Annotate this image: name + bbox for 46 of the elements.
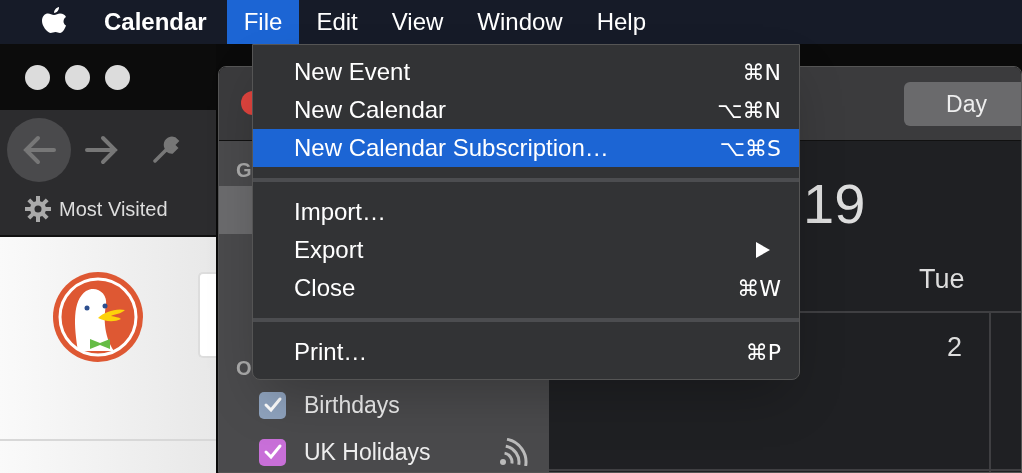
menu-bar-item[interactable]: View [374, 0, 461, 44]
menu-bar-item[interactable]: Help [579, 0, 664, 44]
checkbox[interactable] [259, 391, 286, 419]
menu-item-label: New Calendar Subscription… [294, 133, 609, 163]
calendar-name: Birthdays [304, 390, 401, 420]
keyboard-shortcut: ⌥⌘S [719, 134, 781, 163]
menu-item[interactable]: New Calendar Subscription… ⌥⌘S [253, 129, 799, 167]
menu-item[interactable]: Close ⌘W [253, 269, 799, 307]
window-button[interactable] [105, 64, 130, 90]
menu-bar-item[interactable]: Edit [299, 0, 375, 44]
day-view-button[interactable]: Day [904, 82, 1021, 126]
menu-item[interactable]: Import… [253, 193, 799, 231]
menu-bar-item[interactable]: File [226, 0, 300, 44]
window-button[interactable] [65, 64, 90, 90]
checkmark-icon [262, 443, 283, 461]
back-arrow-icon [22, 135, 56, 165]
menu-item-label: Print… [294, 337, 368, 367]
date-number: 2 [947, 331, 963, 364]
calendar-name: UK Holidays [304, 437, 432, 467]
window-button[interactable] [25, 64, 50, 90]
keyboard-shortcut: ⌘W [737, 274, 781, 303]
bookmark-link[interactable]: Most Visited [59, 194, 168, 224]
menu-item-label: Import… [294, 197, 386, 227]
weekday-header: Tue [919, 263, 965, 296]
menu-item-label: New Calendar [294, 95, 447, 125]
menu-bar-item[interactable]: Window [460, 0, 580, 44]
menu-item[interactable]: Print… ⌘P [253, 333, 799, 371]
menu-item[interactable]: New Calendar ⌥⌘N [253, 91, 799, 129]
menu-item[interactable]: Export [253, 231, 799, 269]
keyboard-shortcut: ⌥⌘N [717, 96, 781, 125]
keyboard-shortcut: ⌘N [742, 58, 781, 87]
menu-item-label: Export [294, 235, 364, 265]
checkbox[interactable] [259, 438, 286, 466]
checkmark-icon [262, 396, 283, 414]
sidebar-heading: O [236, 356, 252, 381]
menu-item-label: Close [294, 273, 356, 303]
duck-logo-icon [52, 271, 144, 363]
search-field[interactable] [198, 272, 216, 358]
forward-arrow-icon[interactable] [85, 135, 119, 165]
keyboard-shortcut: ⌘P [745, 338, 781, 367]
year-heading: 19 [803, 176, 866, 232]
sidebar-heading: G [236, 158, 252, 183]
menu-item[interactable]: New Event ⌘N [253, 53, 799, 91]
wrench-icon[interactable] [151, 135, 181, 165]
menu-item-label: New Event [294, 57, 411, 87]
app-name[interactable]: Calendar [94, 4, 217, 40]
